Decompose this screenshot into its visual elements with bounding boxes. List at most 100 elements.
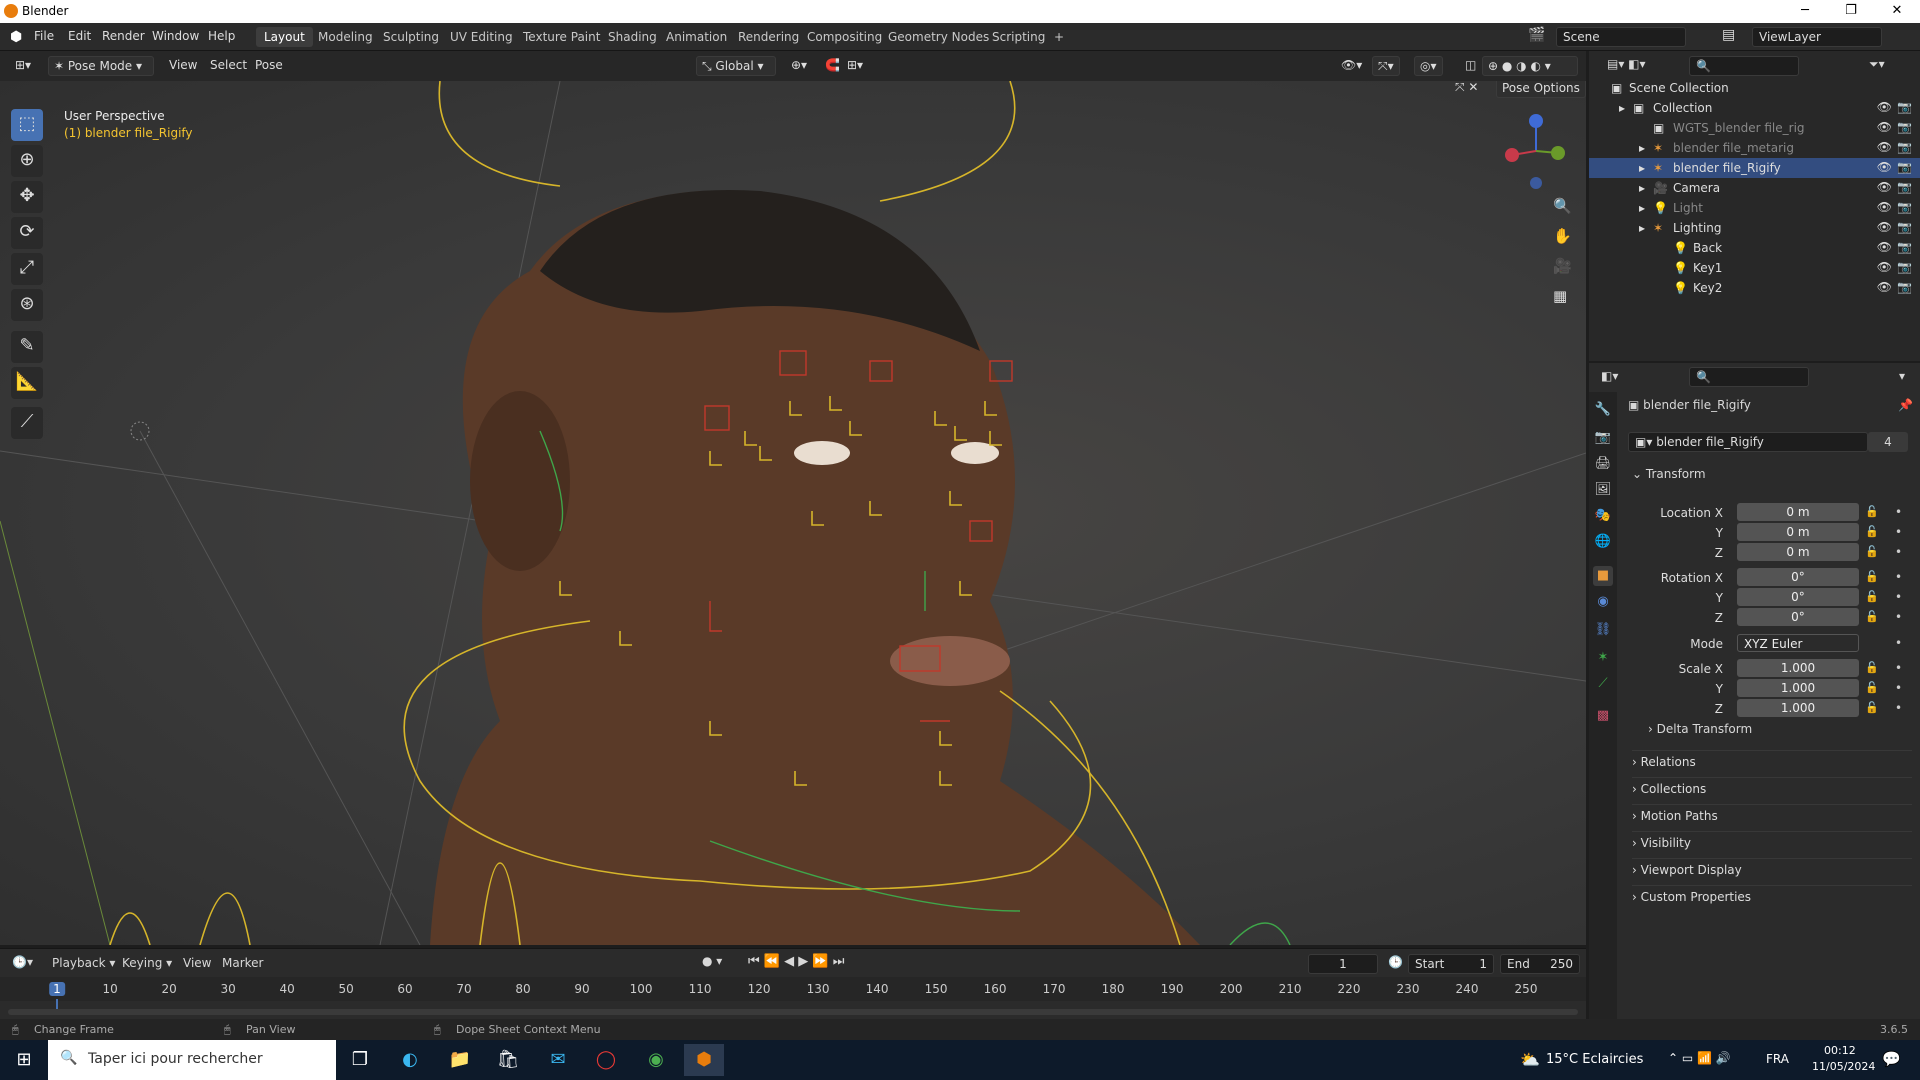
language-indicator[interactable]: FRA — [1766, 1052, 1789, 1066]
pose-options-icons[interactable]: ⤧ ✕ — [1455, 81, 1478, 95]
navigation-gizmo[interactable] — [1496, 111, 1576, 201]
pose-tool[interactable]: ⟋ — [11, 407, 43, 439]
x-axis-handle[interactable] — [1505, 148, 1519, 162]
visibility-eye-icon[interactable]: 👁 — [1877, 160, 1892, 174]
task-view-icon[interactable]: ❐ — [340, 1044, 380, 1076]
properties-search-input[interactable]: 🔍 — [1689, 367, 1809, 387]
pose-options-dropdown[interactable]: Pose Options — [1496, 81, 1586, 98]
rotate-tool[interactable]: ⟳ — [11, 217, 43, 249]
expand-arrow-icon[interactable]: ▸ — [1639, 181, 1645, 195]
panel-relations[interactable]: › Relations — [1632, 750, 1912, 772]
rotation-x-field[interactable]: 0° — [1737, 568, 1859, 586]
lock-icon[interactable]: 🔓 — [1865, 701, 1879, 714]
weather-icon[interactable]: ⛅ — [1520, 1050, 1540, 1069]
chrome-icon[interactable]: ◉ — [636, 1044, 676, 1076]
blender-menu-icon[interactable]: ⬢ — [10, 29, 22, 45]
render-tab-icon[interactable]: 📷 — [1593, 428, 1613, 448]
close-button[interactable]: ✕ — [1874, 0, 1920, 23]
expand-arrow-icon[interactable]: ▸ — [1639, 201, 1645, 215]
visibility-eye-icon[interactable]: 👁 — [1877, 180, 1892, 194]
outliner-item[interactable]: ▸ ▣ Collection 👁 📷 — [1589, 98, 1920, 118]
rotation-z-field[interactable]: 0° — [1737, 608, 1859, 626]
keyframe-dot-icon[interactable]: • — [1895, 681, 1902, 695]
render-visibility-icon[interactable]: 📷 — [1897, 260, 1912, 274]
mail-icon[interactable]: ✉ — [538, 1044, 578, 1076]
outliner-item[interactable]: ▸ ✶ Lighting 👁 📷 — [1589, 218, 1920, 238]
outliner-search-input[interactable]: 🔍 — [1689, 56, 1799, 76]
weather-label[interactable]: 15°C Eclaircies — [1546, 1052, 1643, 1067]
datablock-field[interactable]: ▣▾ blender file_Rigify — [1628, 432, 1868, 452]
menu-help[interactable]: Help — [208, 29, 235, 43]
tab-uv-editing[interactable]: UV Editing — [442, 27, 521, 47]
orientation-dropdown[interactable]: ⤡ Global ▾ — [696, 56, 776, 76]
render-visibility-icon[interactable]: 📷 — [1897, 240, 1912, 254]
outliner-item[interactable]: ▣ WGTS_blender file_rig 👁 📷 — [1589, 118, 1920, 138]
lock-icon[interactable]: 🔓 — [1865, 610, 1879, 623]
ortho-grid-icon[interactable]: ▦ — [1553, 287, 1567, 305]
tab-rendering[interactable]: Rendering — [730, 27, 807, 47]
minimize-button[interactable]: ─ — [1782, 0, 1828, 23]
playhead[interactable]: 1 — [49, 982, 65, 996]
timeline-scrollbar[interactable] — [8, 1009, 1578, 1015]
render-visibility-icon[interactable]: 📷 — [1897, 220, 1912, 234]
menu-timeline-view[interactable]: View — [183, 956, 211, 970]
rotation-mode-field[interactable]: XYZ Euler — [1737, 634, 1859, 652]
clock-date[interactable]: 11/05/2024 — [1812, 1060, 1875, 1073]
blender-taskbar-icon[interactable]: ⬢ — [684, 1044, 724, 1076]
expand-arrow-icon[interactable]: ▸ — [1619, 101, 1625, 115]
outliner-item[interactable]: 💡 Back 👁 📷 — [1589, 238, 1920, 258]
keyframe-dot-icon[interactable]: • — [1895, 545, 1902, 559]
visibility-eye-icon[interactable]: 👁 — [1877, 200, 1892, 214]
menu-window[interactable]: Window — [152, 29, 199, 43]
scale-tool[interactable]: ⤢ — [11, 253, 43, 285]
properties-editor-type-icon[interactable]: ◧▾ — [1601, 369, 1618, 383]
menu-file[interactable]: File — [34, 29, 54, 43]
panel-motion-paths[interactable]: › Motion Paths — [1632, 804, 1912, 826]
tab-compositing[interactable]: Compositing — [799, 27, 890, 47]
keyframe-dot-icon[interactable]: • — [1895, 661, 1902, 675]
output-tab-icon[interactable]: 🖨 — [1593, 454, 1613, 474]
menu-render[interactable]: Render — [102, 29, 145, 43]
expand-arrow-icon[interactable]: ▸ — [1639, 221, 1645, 235]
rotation-y-field[interactable]: 0° — [1737, 588, 1859, 606]
keyframe-dot-icon[interactable]: • — [1895, 505, 1902, 519]
tool-tab-icon[interactable]: 🔧 — [1593, 400, 1613, 420]
keyframe-dot-icon[interactable]: • — [1895, 610, 1902, 624]
snap-settings-icon[interactable]: ⊞▾ — [842, 56, 868, 76]
edge-icon[interactable]: ◐ — [390, 1044, 430, 1076]
menu-edit[interactable]: Edit — [68, 29, 91, 43]
outliner-item[interactable]: ▸ ✶ blender file_metarig 👁 📷 — [1589, 138, 1920, 158]
scale-z-field[interactable]: 1.000 — [1737, 699, 1859, 717]
panel-viewport-display[interactable]: › Viewport Display — [1632, 858, 1912, 880]
render-visibility-icon[interactable]: 📷 — [1897, 120, 1912, 134]
lock-icon[interactable]: 🔓 — [1865, 661, 1879, 674]
visibility-eye-icon[interactable]: 👁 — [1877, 140, 1892, 154]
xray-icon[interactable]: ◫ — [1460, 56, 1481, 76]
taskbar-search-input[interactable]: 🔍 Taper ici pour rechercher — [48, 1040, 336, 1080]
tab-animation[interactable]: Animation — [658, 27, 735, 47]
opera-icon[interactable]: ◯ — [586, 1044, 626, 1076]
transform-tool[interactable]: ⊛ — [11, 289, 43, 321]
visibility-eye-icon[interactable]: 👁 — [1877, 280, 1892, 294]
maximize-button[interactable]: ❐ — [1828, 0, 1874, 23]
outliner-item[interactable]: ▸ ✶ blender file_Rigify 👁 📷 — [1589, 158, 1920, 178]
visibility-eye-icon[interactable]: 👁 — [1877, 120, 1892, 134]
visibility-eye-icon[interactable]: 👁 — [1877, 220, 1892, 234]
render-visibility-icon[interactable]: 📷 — [1897, 200, 1912, 214]
record-button[interactable]: ● ▾ — [702, 954, 722, 968]
filter-icon[interactable]: ⏷▾ — [1869, 57, 1885, 72]
keyframe-dot-icon[interactable]: • — [1895, 701, 1902, 715]
file-explorer-icon[interactable]: 📁 — [440, 1044, 480, 1076]
add-workspace-button[interactable]: + — [1046, 27, 1072, 47]
render-visibility-icon[interactable]: 📷 — [1897, 180, 1912, 194]
cursor-tool[interactable]: ⊕ — [11, 145, 43, 177]
y-axis-handle[interactable] — [1551, 146, 1565, 160]
3d-viewport[interactable]: User Perspective (1) blender file_Rigify… — [0, 81, 1586, 945]
keyframe-dot-icon[interactable]: • — [1895, 570, 1902, 584]
tab-sculpting[interactable]: Sculpting — [375, 27, 447, 47]
scale-y-field[interactable]: 1.000 — [1737, 679, 1859, 697]
location-z-field[interactable]: 0 m — [1737, 543, 1859, 561]
pivot-icon[interactable]: ⊕▾ — [786, 56, 812, 76]
menu-playback[interactable]: Playback ▾ — [52, 956, 115, 970]
delta-transform-subpanel[interactable]: › Delta Transform — [1648, 722, 1752, 736]
